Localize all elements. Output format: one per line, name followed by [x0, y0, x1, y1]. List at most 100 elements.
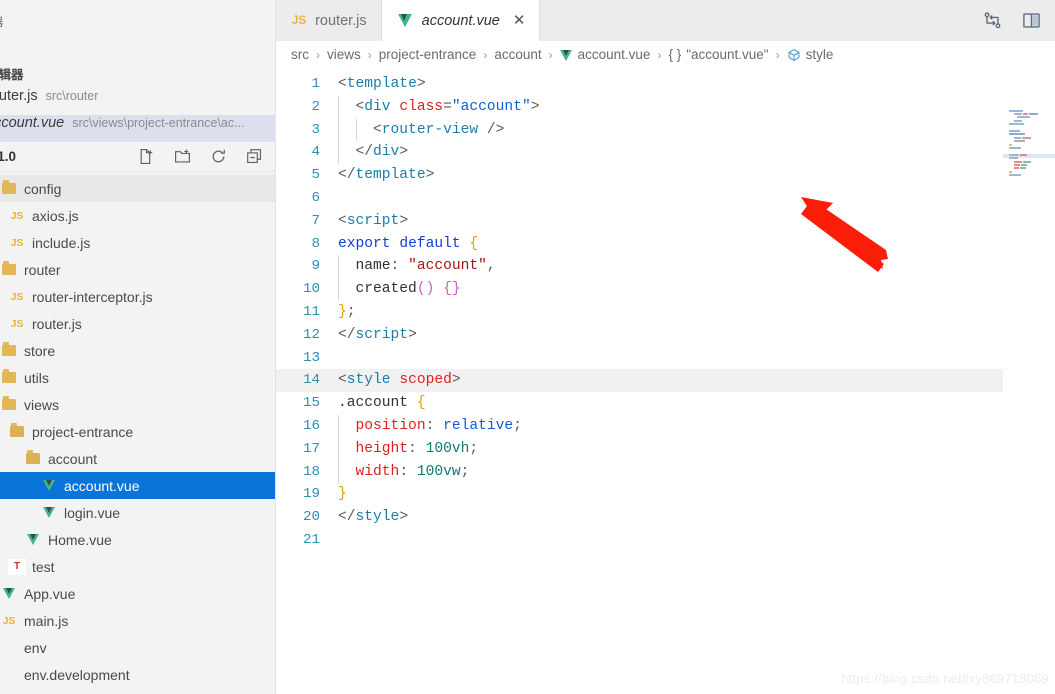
tree-row[interactable]: account	[0, 445, 275, 472]
tree-row[interactable]: JS router.js	[0, 310, 275, 337]
code-line[interactable]: 5 </template>	[276, 164, 1055, 187]
code-line[interactable]: 21	[276, 529, 1055, 552]
code-line[interactable]: 2 <div class="account">	[276, 95, 1055, 119]
line-number: 16	[302, 417, 320, 434]
code-line[interactable]: 10 created() {}	[276, 278, 1055, 301]
code-editor-viewport[interactable]: 1 <template> 2 <div class="account"> 3 <rou…	[276, 68, 1055, 694]
explorer-actions	[138, 148, 263, 165]
code-line[interactable]: 11};	[276, 301, 1055, 324]
folder-icon	[0, 180, 18, 197]
code-line[interactable]: 15 .account {	[276, 392, 1055, 415]
code-line[interactable]: 6	[276, 187, 1055, 210]
open-editors-section-header[interactable]: 编辑器	[0, 60, 275, 86]
code-line[interactable]: 7 <script>	[276, 210, 1055, 233]
editor-tab[interactable]: account.vue ✕	[381, 0, 541, 41]
code-line[interactable]: 18 width: 100vw;	[276, 460, 1055, 484]
minimap-segment	[1014, 136, 1021, 139]
breadcrumb-separator: ›	[367, 47, 372, 62]
breadcrumb-item[interactable]: views	[326, 47, 362, 62]
tree-row[interactable]: store	[0, 337, 275, 364]
minimap-segment	[1009, 146, 1021, 149]
code-token: ,	[486, 258, 496, 275]
compare-changes-icon[interactable]	[983, 11, 1002, 30]
code-line[interactable]: 1 <template>	[276, 73, 1055, 96]
tree-row[interactable]: utils	[0, 364, 275, 391]
tab-list: JS router.js account.vue ✕	[276, 0, 541, 41]
breadcrumb-label: src	[291, 47, 309, 62]
tree-row[interactable]: JS router-interceptor.js	[0, 283, 275, 310]
code-line[interactable]: 14 <style scoped>	[276, 369, 1055, 393]
code-token: 100vh	[425, 440, 470, 457]
tree-row[interactable]: project-entrance	[0, 418, 275, 445]
code-line[interactable]: 13	[276, 347, 1055, 370]
breadcrumb-item[interactable]: account.vue	[559, 47, 652, 62]
code-token: div	[364, 98, 391, 115]
code-content: 1 <template> 2 <div class="account"> 3 <rou…	[276, 68, 1055, 552]
tree-row[interactable]: App.vue	[0, 580, 275, 607]
code-line[interactable]: 16 position: relative;	[276, 414, 1055, 438]
tree-row[interactable]: env.development	[0, 661, 275, 688]
tree-row[interactable]: Ttest	[0, 553, 275, 580]
close-icon[interactable]: ✕	[513, 13, 526, 28]
tree-row-label: router-interceptor.js	[32, 288, 153, 305]
breadcrumb-item[interactable]: project-entrance	[378, 47, 478, 62]
tree-row[interactable]: JS include.js	[0, 229, 275, 256]
tree-row[interactable]: account.vue	[0, 472, 275, 499]
code-token: {}	[443, 281, 461, 298]
code-line[interactable]: 8 export default {	[276, 233, 1055, 256]
breadcrumb-label: project-entrance	[378, 47, 477, 62]
minimap-segment	[1009, 129, 1020, 132]
editor-minimap[interactable]	[1003, 109, 1055, 694]
new-folder-icon[interactable]	[174, 148, 191, 165]
code-token: style	[346, 372, 391, 389]
tree-row[interactable]: Home.vue	[0, 526, 275, 553]
tree-row[interactable]: views	[0, 391, 275, 418]
line-number: 14	[302, 372, 320, 389]
vue-icon	[559, 49, 573, 61]
tree-row[interactable]: router	[0, 256, 275, 283]
tree-row[interactable]: login.vue	[0, 499, 275, 526]
line-number: 3	[311, 121, 320, 138]
indent-guide	[338, 414, 339, 438]
code-line[interactable]: 4 </div>	[276, 141, 1055, 165]
breadcrumb-item[interactable]: src	[290, 47, 310, 62]
breadcrumb-label: views	[327, 47, 361, 62]
folder-icon	[0, 396, 18, 413]
minimap-segment	[1020, 167, 1026, 170]
breadcrumb-item[interactable]: style	[786, 47, 835, 62]
code-token: }	[338, 486, 347, 503]
code-line[interactable]: 12 </script>	[276, 324, 1055, 347]
tree-row[interactable]: JS axios.js	[0, 202, 275, 229]
tree-row[interactable]: JS main.js	[0, 607, 275, 634]
code-line[interactable]: 9 name: "account",	[276, 255, 1055, 279]
code-token: }	[338, 303, 347, 320]
code-token: class	[399, 98, 444, 115]
code-token: >	[530, 98, 540, 115]
editor-tab[interactable]: JS router.js	[276, 0, 382, 41]
collapse-all-icon[interactable]	[246, 148, 263, 165]
tree-row[interactable]: config	[0, 175, 275, 202]
breadcrumb-separator: ›	[775, 47, 780, 62]
tree-row[interactable]: env	[0, 634, 275, 661]
code-line[interactable]: 20 </style>	[276, 506, 1055, 529]
code-line[interactable]: 3 <router-view />	[276, 118, 1055, 142]
new-file-icon[interactable]	[138, 148, 155, 165]
open-editor-row[interactable]: router.js src\router	[0, 88, 275, 115]
code-line[interactable]: 17 height: 100vh;	[276, 437, 1055, 461]
split-editor-icon[interactable]	[1022, 11, 1041, 30]
project-root-header[interactable]: 3.1.0	[0, 142, 275, 172]
breadcrumb-item[interactable]: { } "account.vue"	[667, 47, 769, 62]
breadcrumb-item[interactable]: account	[493, 47, 542, 62]
code-token: div	[373, 144, 400, 161]
code-token: script	[346, 212, 400, 229]
file-icon	[0, 640, 18, 656]
tree-row-label: project-entrance	[32, 423, 134, 440]
tree-row[interactable]: env.production	[0, 688, 275, 694]
tree-row-label: axios.js	[32, 207, 79, 224]
refresh-icon[interactable]	[210, 148, 227, 165]
line-number: 10	[302, 281, 320, 298]
open-editor-row[interactable]: account.vue src\views\project-entrance\ac…	[0, 115, 275, 142]
code-line[interactable]: 19}	[276, 483, 1055, 506]
